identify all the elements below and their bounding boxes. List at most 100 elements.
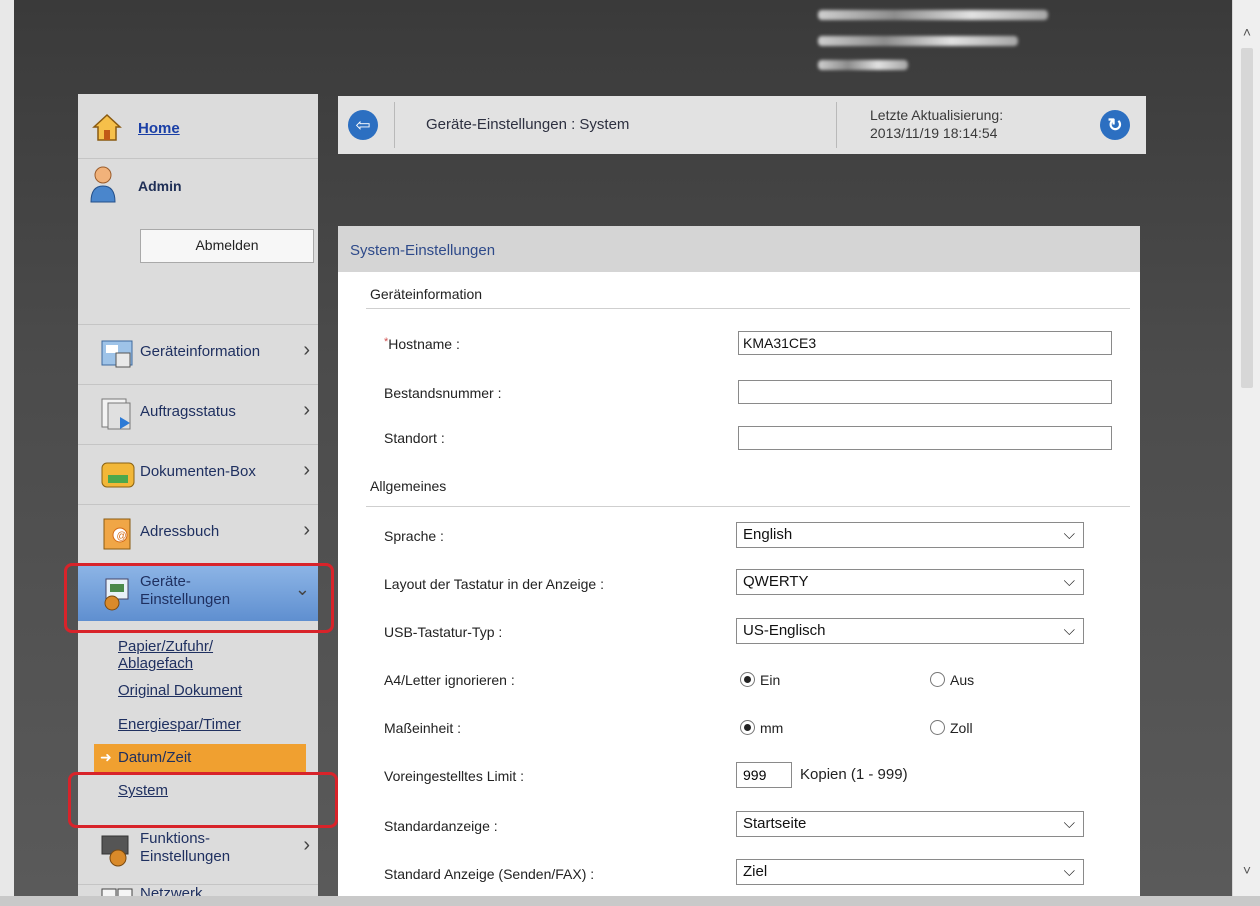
submenu-paper-feed[interactable]: Papier/Zufuhr/Ablagefach	[118, 638, 213, 672]
hostname-label: *Hostname :	[384, 336, 460, 352]
chevron-right-icon: ›	[303, 459, 310, 481]
redacted-info-line	[818, 60, 1068, 74]
highlight-box-device-settings	[64, 563, 334, 633]
last-update-time: 2013/11/19 18:14:54	[870, 125, 998, 141]
layout-value: QWERTY	[743, 573, 809, 590]
last-update: Letzte Aktualisierung: 2013/11/19 18:14:…	[870, 106, 1003, 142]
submenu-paper-line1: Papier/Zufuhr/	[118, 638, 214, 655]
sprache-label: Sprache :	[384, 528, 444, 544]
redacted-info-line	[818, 36, 1068, 50]
logout-button[interactable]: Abmelden	[140, 229, 314, 263]
limit-input[interactable]: 999	[736, 762, 792, 788]
sidebar-item-function-settings[interactable]: Funktions- Einstellungen ›	[78, 828, 318, 884]
bestandsnummer-label: Bestandsnummer :	[384, 385, 502, 401]
address-book-icon: @	[103, 518, 131, 550]
a4-label: A4/Letter ignorieren :	[384, 672, 515, 688]
hostname-input[interactable]: KMA31CE3	[738, 331, 1112, 355]
chevron-down-icon: ⌵	[1063, 815, 1075, 832]
panel-title: System-Einstellungen	[350, 242, 496, 259]
chevron-down-icon: ⌵	[1063, 622, 1075, 639]
divider	[836, 102, 837, 148]
sidebar-item-label-line1: Funktions-	[140, 830, 211, 847]
unit-zoll-radio[interactable]: Zoll	[930, 720, 973, 736]
radio-unselected	[930, 672, 945, 687]
last-update-label: Letzte Aktualisierung:	[870, 107, 1004, 123]
a4-off-label: Aus	[950, 672, 975, 688]
sidebar-item-job-status[interactable]: Auftragsstatus ›	[78, 384, 318, 441]
highlight-box-system	[68, 772, 338, 828]
function-settings-icon	[101, 835, 129, 867]
scrollbar-thumb[interactable]	[1241, 48, 1253, 388]
standort-input[interactable]	[738, 426, 1112, 450]
sidebar-item-address-book[interactable]: @ Adressbuch ›	[78, 504, 318, 561]
unit-zoll-label: Zoll	[950, 720, 973, 736]
sprache-select[interactable]: English ⌵	[736, 522, 1084, 548]
radio-selected	[740, 672, 755, 687]
window-left-edge	[0, 0, 14, 906]
job-status-icon	[101, 398, 131, 430]
header-bar: ⇦ Geräte-Einstellungen : System Letzte A…	[338, 96, 1146, 154]
divider	[366, 308, 1130, 309]
sidebar-item-document-box[interactable]: Dokumenten-Box ›	[78, 444, 318, 501]
sidebar-item-label: Dokumenten-Box	[140, 463, 256, 480]
chevron-right-icon: ›	[303, 339, 310, 361]
sidebar-item-label: Adressbuch	[140, 523, 220, 540]
unit-mm-radio[interactable]: mm	[740, 720, 783, 736]
chevron-right-icon: ›	[303, 519, 310, 541]
layout-label: Layout der Tastatur in der Anzeige :	[384, 576, 604, 592]
chevron-up-icon[interactable]: ˄	[1239, 24, 1255, 40]
std-label: Standardanzeige :	[384, 818, 498, 834]
chevron-down-icon: ⌵	[1063, 573, 1075, 590]
chevron-down-icon[interactable]: ˅	[1239, 862, 1255, 878]
sidebar-item-device-info[interactable]: Geräteinformation ›	[78, 324, 318, 381]
back-arrow-icon[interactable]: ⇦	[348, 110, 378, 140]
breadcrumb: Geräte-Einstellungen : System	[426, 116, 630, 133]
limit-label: Voreingestelltes Limit :	[384, 768, 525, 784]
chevron-right-icon: ›	[303, 834, 310, 856]
a4-off-radio[interactable]: Aus	[930, 672, 974, 688]
admin-user-icon	[90, 166, 116, 203]
svg-text:@: @	[117, 531, 127, 542]
sidebar-item-label-line2: Einstellungen	[140, 848, 231, 865]
window-bottom-edge	[0, 896, 1260, 906]
a4-on-radio[interactable]: Ein	[740, 672, 780, 688]
divider	[366, 506, 1130, 507]
section-title-general: Allgemeines	[370, 478, 447, 494]
vertical-scrollbar[interactable]: ˄ ˅	[1232, 0, 1260, 906]
radio-selected	[740, 720, 755, 735]
admin-label: Admin	[138, 178, 182, 194]
home-link[interactable]: Home	[138, 120, 180, 137]
unit-mm-label: mm	[760, 720, 784, 736]
panel-header: System-Einstellungen	[338, 226, 1140, 272]
sidebar-item-label: Auftragsstatus	[140, 403, 236, 420]
submenu-original-document[interactable]: Original Dokument	[118, 682, 242, 699]
device-info-icon	[101, 340, 133, 368]
divider	[394, 102, 395, 148]
document-box-icon	[101, 462, 135, 488]
sidebar-home-row[interactable]: Home	[78, 94, 318, 159]
submenu-energy-timer[interactable]: Energiespar/Timer	[118, 716, 241, 733]
submenu-paper-line2: Ablagefach	[118, 655, 194, 672]
redacted-info-line	[818, 10, 1068, 24]
refresh-icon[interactable]: ↻	[1100, 110, 1130, 140]
hostname-label-text: Hostname :	[388, 336, 460, 352]
std-value: Startseite	[743, 815, 807, 832]
std-select[interactable]: Startseite ⌵	[736, 811, 1084, 837]
settings-panel: System-Einstellungen Geräteinformation *…	[338, 226, 1140, 896]
limit-suffix: Kopien (1 - 999)	[800, 766, 908, 783]
usb-select[interactable]: US-Englisch ⌵	[736, 618, 1084, 644]
submenu-date-time[interactable]: ➜ Datum/Zeit	[94, 744, 306, 772]
a4-on-label: Ein	[760, 672, 781, 688]
submenu-date-time-label: Datum/Zeit	[118, 749, 192, 766]
layout-select[interactable]: QWERTY ⌵	[736, 569, 1084, 595]
std-fax-value: Ziel	[743, 863, 768, 880]
std-fax-label: Standard Anzeige (Senden/FAX) :	[384, 866, 595, 882]
sprache-value: English	[743, 526, 793, 543]
chevron-down-icon: ⌵	[1063, 526, 1075, 543]
arrow-right-icon: ➜	[100, 749, 112, 765]
house-icon	[92, 113, 122, 141]
std-fax-select[interactable]: Ziel ⌵	[736, 859, 1084, 885]
chevron-right-icon: ›	[303, 399, 310, 421]
usb-label: USB-Tastatur-Typ :	[384, 624, 503, 640]
bestandsnummer-input[interactable]	[738, 380, 1112, 404]
